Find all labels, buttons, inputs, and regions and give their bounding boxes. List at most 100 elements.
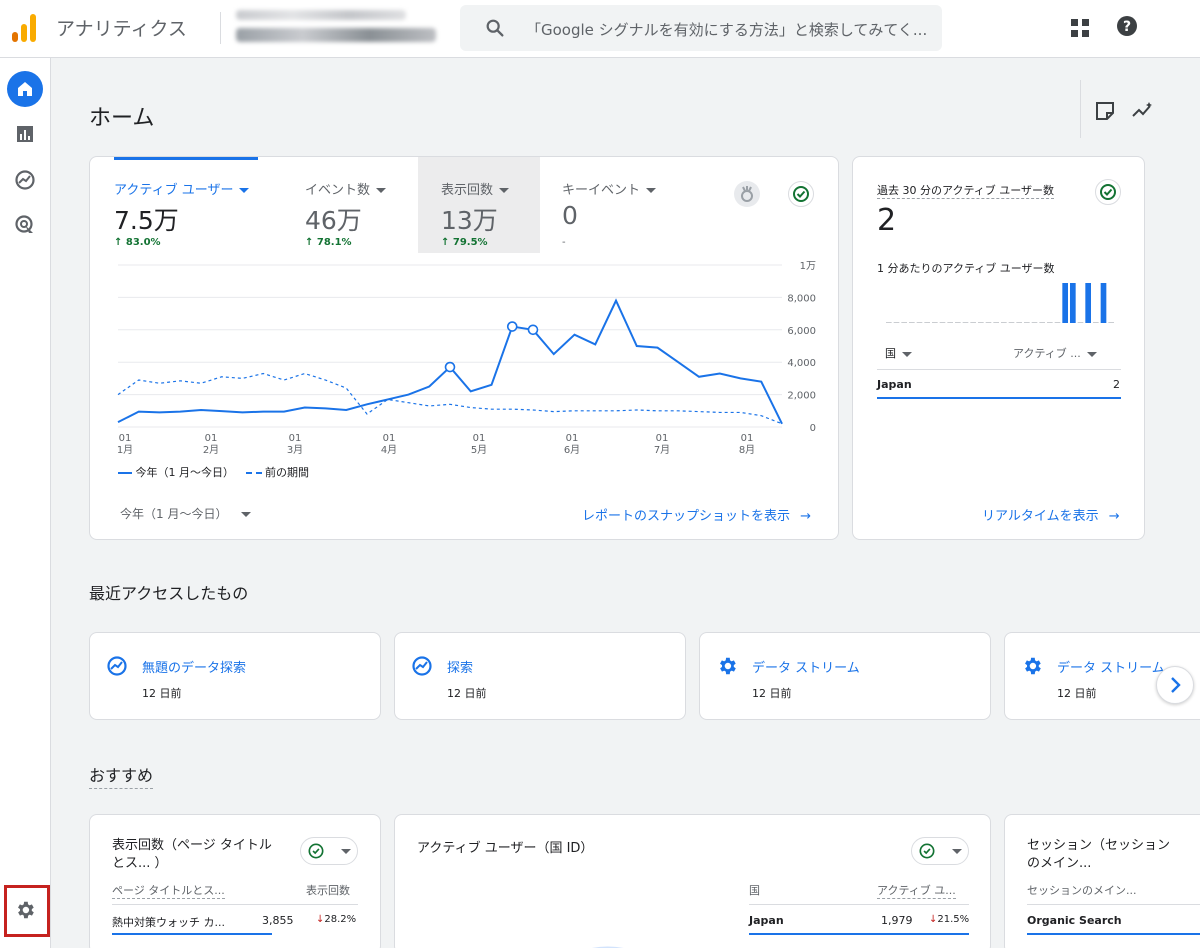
metric-label: アクティブ ユーザー xyxy=(114,183,234,198)
line-chart[interactable]: 1万8,0006,0004,0002,0000011月012月013月014月0… xyxy=(90,253,840,463)
row-country: Japan xyxy=(877,378,912,391)
nav-settings[interactable] xyxy=(7,892,43,928)
x-tick-month: 1月 xyxy=(117,444,133,456)
per-minute-bar-chart[interactable] xyxy=(885,279,1115,325)
nav-home[interactable] xyxy=(7,71,43,107)
y-tick-label: 1万 xyxy=(800,261,816,272)
nav-reports[interactable] xyxy=(7,116,43,152)
dropdown-arrow-icon[interactable] xyxy=(646,188,657,193)
snapshot-link[interactable]: レポートのスナップショットを表示 → xyxy=(582,505,811,524)
metric-change: 79.5% xyxy=(452,237,488,248)
insights-badge-icon[interactable] xyxy=(734,181,760,207)
recent-item[interactable]: 探索 12 日前 xyxy=(394,632,686,720)
column-header: ページ タイトルとス... xyxy=(112,884,225,899)
recent-item-name: データ ストリーム xyxy=(752,661,860,676)
search-bar[interactable]: 「Google シグナルを有効にする方法」と検索してみてく... xyxy=(460,5,942,51)
note-icon[interactable] xyxy=(1094,100,1116,122)
per-minute-label: 1 分あたりのアクティブ ユーザー数 xyxy=(877,262,1055,275)
recent-item-time: 12 日前 xyxy=(1057,687,1097,700)
per-minute-bar xyxy=(1054,322,1061,323)
row-bar xyxy=(1027,933,1200,935)
main-content: ホーム アクティブ ユーザー 7.5万 ↑ 83.0% イベント数 46万 ↑ … xyxy=(52,58,1200,948)
recent-item[interactable]: 無題のデータ探索 12 日前 xyxy=(89,632,381,720)
metric-views[interactable]: 表示回数 13万 ↑ 79.5% xyxy=(441,157,551,253)
per-minute-bar xyxy=(955,322,961,323)
metric-change: 83.0% xyxy=(125,237,161,248)
previous-period-line xyxy=(117,372,783,425)
y-tick-label: 6,000 xyxy=(787,326,816,337)
recommended-card: 表示回数（ページ タイトルとス... ） ページ タイトルとス... 表示回数 … xyxy=(89,814,381,948)
recent-item-name: 無題のデータ探索 xyxy=(142,661,247,676)
row-name: Organic Search xyxy=(1027,914,1122,927)
check-status-icon xyxy=(308,843,324,859)
x-tick-day: 01 xyxy=(205,433,218,444)
dropdown-arrow-icon[interactable] xyxy=(239,188,250,193)
arrow-right-icon: → xyxy=(1108,509,1120,524)
recommended-title: おすすめ xyxy=(89,762,154,789)
help-icon[interactable]: ? xyxy=(1115,14,1139,38)
date-range-selector[interactable]: 今年（1 月～今日） xyxy=(120,505,252,522)
y-tick-label: 2,000 xyxy=(787,391,816,402)
status-dropdown[interactable] xyxy=(911,837,969,865)
dropdown-arrow-icon xyxy=(1086,351,1097,357)
column-header: 国 xyxy=(749,884,760,897)
per-minute-bar xyxy=(947,322,953,323)
recent-item-time: 12 日前 xyxy=(752,687,792,700)
dropdown-arrow-icon[interactable] xyxy=(499,188,510,193)
nav-explore[interactable] xyxy=(7,162,43,198)
metric-value: 7.5万 xyxy=(114,206,179,235)
row-change-value: 28.2% xyxy=(324,914,357,925)
realtime-card: 過去 30 分のアクティブ ユーザー数 2 1 分あたりのアクティブ ユーザー数… xyxy=(852,156,1145,540)
date-range-label: 今年（1 月～今日） xyxy=(120,507,228,521)
recommended-card: アクティブ ユーザー（国 ID） 国 アクティブ ユ... Japan 1,97… xyxy=(394,814,991,948)
recent-item-time: 12 日前 xyxy=(447,687,487,700)
left-nav xyxy=(0,58,51,948)
per-minute-bar xyxy=(1077,322,1084,323)
account-selector[interactable] xyxy=(236,6,446,46)
check-status-icon[interactable] xyxy=(1095,179,1121,205)
top-bar: アナリティクス 「Google シグナルを有効にする方法」と検索してみてく...… xyxy=(0,0,1200,58)
recent-item[interactable]: データ ストリーム 12 日前 xyxy=(699,632,991,720)
x-tick-day: 01 xyxy=(741,433,754,444)
apps-grid-icon[interactable] xyxy=(1069,17,1091,39)
search-icon xyxy=(486,19,504,37)
realtime-link[interactable]: リアルタイムを表示 → xyxy=(982,505,1120,524)
per-minute-bar xyxy=(978,322,984,323)
divider xyxy=(112,904,358,905)
divider xyxy=(220,12,221,44)
recommended-card-title: 表示回数（ページ タイトルとス... ） xyxy=(112,838,272,871)
x-tick-day: 01 xyxy=(383,433,396,444)
per-minute-bar xyxy=(1039,322,1045,323)
x-tick-day: 01 xyxy=(566,433,579,444)
search-placeholder: 「Google シグナルを有効にする方法」と検索してみてく... xyxy=(526,21,928,39)
insights-icon[interactable] xyxy=(1132,100,1154,122)
legend-solid-swatch xyxy=(118,472,132,474)
column-active-users[interactable]: アクティブ ... xyxy=(1013,345,1097,361)
metric-label: イベント数 xyxy=(305,183,371,198)
check-status-icon[interactable] xyxy=(788,181,814,207)
recommended-card-title: アクティブ ユーザー（国 ID） xyxy=(417,841,594,856)
x-tick-day: 01 xyxy=(473,433,486,444)
x-tick-month: 6月 xyxy=(564,444,580,456)
divider xyxy=(1080,80,1081,138)
status-dropdown[interactable] xyxy=(300,837,358,865)
recent-title: 最近アクセスしたもの xyxy=(89,584,249,603)
per-minute-bar xyxy=(1093,322,1099,323)
column-header: セッションのメイン... xyxy=(1027,884,1137,897)
per-minute-bar xyxy=(970,322,976,323)
dropdown-arrow-icon[interactable] xyxy=(376,188,387,193)
nav-advertising[interactable] xyxy=(7,207,43,243)
x-tick-day: 01 xyxy=(656,433,669,444)
x-tick-month: 2月 xyxy=(203,444,219,456)
carousel-next-button[interactable] xyxy=(1156,666,1194,704)
data-point xyxy=(444,361,456,373)
metric-active-users[interactable]: アクティブ ユーザー 7.5万 ↑ 83.0% xyxy=(114,157,264,253)
divider xyxy=(1027,904,1200,905)
svg-text:?: ? xyxy=(1123,19,1131,35)
property-name-redacted xyxy=(236,28,436,42)
y-tick-label: 0 xyxy=(810,423,816,434)
analytics-logo-icon[interactable] xyxy=(12,14,40,42)
metric-key-events[interactable]: キーイベント 0 - xyxy=(562,157,672,253)
metric-event-count[interactable]: イベント数 46万 ↑ 78.1% xyxy=(305,157,425,253)
column-country[interactable]: 国 xyxy=(885,345,912,361)
